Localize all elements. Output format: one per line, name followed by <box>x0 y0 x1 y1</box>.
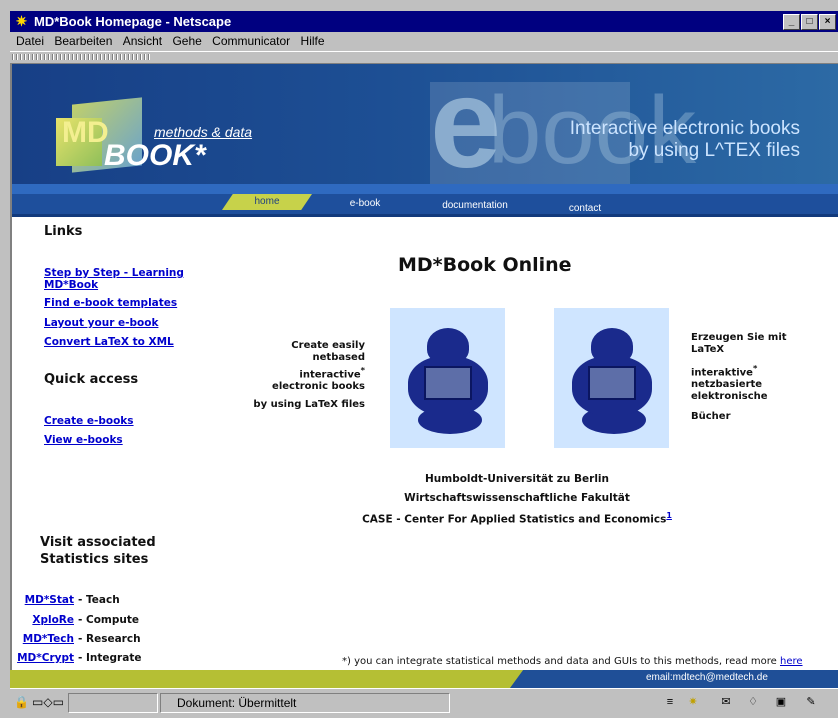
footnote-star: * <box>752 363 758 373</box>
link-mdcrypt[interactable]: MD*Crypt <box>17 652 74 664</box>
collapsed-toolbars[interactable] <box>10 51 838 64</box>
blurb-line: Create easily <box>291 340 365 351</box>
logo-md: MD <box>62 116 109 149</box>
integration-note: *) you can integrate statistical methods… <box>342 656 803 667</box>
assoc-desc: - Research <box>78 633 141 645</box>
maximize-button[interactable]: □ <box>801 14 818 30</box>
link-layout[interactable]: Layout your e-book <box>44 317 158 329</box>
composer-icon[interactable]: ▣ <box>773 695 789 709</box>
toolbar-grip[interactable] <box>12 54 152 60</box>
assoc-desc: - Integrate <box>78 652 142 664</box>
blurb-line: elektronische <box>691 391 768 403</box>
tray-menu-icon[interactable]: ≡ <box>662 695 678 709</box>
quick-access-heading: Quick access <box>44 372 139 387</box>
banner-title: Interactive electronic books by using L^… <box>539 118 800 162</box>
institution-case: CASE - Center For Applied Statistics and… <box>362 511 672 526</box>
nav-home[interactable]: home <box>222 194 312 210</box>
nav-stripe <box>12 184 838 194</box>
link-view-ebooks[interactable]: View e-books <box>44 434 123 446</box>
contact-email[interactable]: email:mdtech@medtech.de <box>646 672 768 683</box>
robot-tablet <box>588 366 636 400</box>
menu-bearbeiten[interactable]: Bearbeiten <box>54 34 112 48</box>
institution-university: Humboldt-Universität zu Berlin <box>424 473 610 485</box>
link-step-by-step[interactable]: Step by Step - Learning MD*Book <box>44 267 194 291</box>
banner-title-line1: Interactive electronic books <box>569 118 800 139</box>
nav-base-line <box>12 214 838 217</box>
nav-ebook[interactable]: e-book <box>330 196 400 212</box>
footnote-link[interactable]: 1 <box>666 511 672 520</box>
menu-ansicht[interactable]: Ansicht <box>123 34 162 48</box>
navigator-icon[interactable]: ✷ <box>685 695 701 709</box>
banner-title-line2: by using L^TEX files <box>628 140 800 161</box>
robot-head <box>591 328 633 364</box>
menu-gehe[interactable]: Gehe <box>172 34 201 48</box>
minimize-button[interactable]: _ <box>783 14 800 30</box>
footer-bar: email:mdtech@medtech.de <box>10 670 838 688</box>
security-icon[interactable]: 🔒 <box>14 695 30 709</box>
blurb-line: netzbasierte <box>691 379 763 391</box>
robot-head <box>427 328 469 364</box>
link-create-ebooks[interactable]: Create e-books <box>44 415 134 427</box>
link-mdtech[interactable]: MD*Tech <box>23 633 74 645</box>
status-text: Dokument: Übermittelt <box>160 693 450 713</box>
blurb-line: Erzeugen Sie mit <box>691 332 787 343</box>
institution-faculty: Wirtschaftswissenschaftliche Fakultät <box>404 492 630 504</box>
connection-icon: ▭◇▭ <box>32 695 64 709</box>
progress-panel <box>68 693 158 713</box>
menu-hilfe[interactable]: Hilfe <box>301 34 325 48</box>
right-blurb: Erzeugen Sie mit LaTeX interaktive* netz… <box>691 332 791 423</box>
menu-datei[interactable]: Datei <box>16 34 44 48</box>
logo-book: BOOK* <box>104 139 206 172</box>
window-title: MD*Book Homepage - Netscape <box>34 14 232 29</box>
footnote-star: * <box>360 365 365 375</box>
assoc-row: MD*Crypt - Integrate <box>12 652 141 664</box>
left-blurb: Create easily netbased interactive* elec… <box>250 340 365 411</box>
visit-heading: Visit associated Statistics sites <box>40 535 156 567</box>
robot-image-left <box>390 308 505 448</box>
blurb-line: electronic books <box>272 381 365 393</box>
blurb-line: by using LaTeX files <box>253 399 365 411</box>
link-convert[interactable]: Convert LaTeX to XML <box>44 336 174 348</box>
window-titlebar: ✷ MD*Book Homepage - Netscape _ □ × <box>10 11 838 32</box>
edit-icon[interactable]: ✎ <box>803 695 819 709</box>
assoc-row: XploRe - Compute <box>12 614 139 626</box>
menu-communicator[interactable]: Communicator <box>212 34 290 48</box>
assoc-row: MD*Stat - Teach <box>12 594 120 606</box>
assoc-desc: - Compute <box>78 614 140 626</box>
link-xplore[interactable]: XploRe <box>32 614 74 626</box>
blurb-line: interactive* <box>299 365 365 381</box>
netscape-icon: ✷ <box>15 13 28 29</box>
robot-image-right <box>554 308 669 448</box>
nav-documentation[interactable]: documentation <box>420 198 530 214</box>
blurb-line: LaTeX <box>691 344 725 355</box>
page-viewport: MD methods & data BOOK* e book Interacti… <box>10 64 838 670</box>
link-templates[interactable]: Find e-book templates <box>44 297 177 309</box>
blurb-line: netbased <box>312 352 365 363</box>
assoc-desc: - Teach <box>78 594 120 606</box>
discussion-icon[interactable]: ♢ <box>745 695 761 709</box>
mail-icon[interactable]: ✉ <box>718 695 734 709</box>
logo-tagline: methods & data <box>154 124 253 140</box>
close-button[interactable]: × <box>819 14 836 30</box>
blurb-line: Bücher <box>691 411 731 423</box>
menubar: Datei Bearbeiten Ansicht Gehe Communicat… <box>10 32 838 51</box>
statusbar: 🔒 ▭◇▭ Dokument: Übermittelt ≡ ✷ ✉ ♢ ▣ ✎ <box>10 688 838 718</box>
robot-tablet <box>424 366 472 400</box>
read-more-link[interactable]: here <box>780 656 803 667</box>
links-heading: Links <box>44 224 83 239</box>
assoc-row: MD*Tech - Research <box>12 633 141 645</box>
link-mdstat[interactable]: MD*Stat <box>25 594 74 606</box>
page-banner: MD methods & data BOOK* e book Interacti… <box>12 64 838 184</box>
blurb-line: interaktive* <box>691 363 758 379</box>
page-title: MD*Book Online <box>398 254 572 276</box>
